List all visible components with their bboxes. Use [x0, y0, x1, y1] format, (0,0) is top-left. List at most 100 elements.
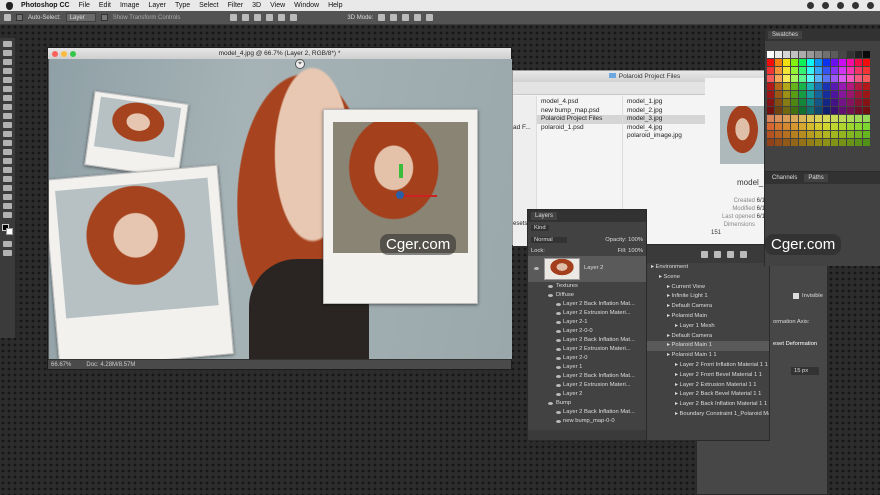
- color-swatch[interactable]: [863, 67, 870, 74]
- z-axis-gizmo[interactable]: [396, 191, 404, 199]
- color-swatch[interactable]: [767, 75, 774, 82]
- color-swatch[interactable]: [839, 139, 846, 146]
- wifi-icon[interactable]: [807, 2, 814, 9]
- color-swatch[interactable]: [783, 75, 790, 82]
- color-swatch[interactable]: [767, 115, 774, 122]
- color-swatch[interactable]: [807, 115, 814, 122]
- color-swatch[interactable]: [847, 59, 854, 66]
- polaroid-3d-object[interactable]: [323, 109, 478, 304]
- color-swatch[interactable]: [807, 131, 814, 138]
- color-swatch[interactable]: [807, 51, 814, 58]
- visibility-eye-icon[interactable]: [556, 330, 561, 333]
- color-swatch[interactable]: [839, 67, 846, 74]
- color-swatch[interactable]: [847, 123, 854, 130]
- color-swatch[interactable]: [767, 99, 774, 106]
- color-swatch[interactable]: [815, 83, 822, 90]
- color-swatch[interactable]: [799, 83, 806, 90]
- layer-texture-item[interactable]: Layer 2 Extrusion Materi...: [528, 309, 646, 318]
- color-swatch[interactable]: [815, 91, 822, 98]
- fill-field[interactable]: 100%: [628, 248, 643, 254]
- quick-select-icon[interactable]: [3, 68, 12, 74]
- color-swatch[interactable]: [823, 115, 830, 122]
- list-item[interactable]: model_3.jpg: [623, 115, 707, 124]
- color-swatch[interactable]: [831, 139, 838, 146]
- menu-edit[interactable]: Edit: [99, 2, 111, 9]
- scene-tree-item[interactable]: ▸ Polaroid Main: [645, 312, 769, 322]
- visibility-eye-icon[interactable]: [548, 402, 553, 405]
- color-swatch[interactable]: [847, 115, 854, 122]
- color-swatch[interactable]: [831, 99, 838, 106]
- screen-mode-icon[interactable]: [3, 250, 12, 256]
- color-swatch[interactable]: [831, 107, 838, 114]
- quick-mask-icon[interactable]: [3, 241, 12, 247]
- auto-select-dropdown[interactable]: Layer: [65, 13, 96, 22]
- visibility-eye-icon[interactable]: [556, 321, 561, 324]
- list-item[interactable]: new bump_map.psd: [537, 107, 622, 116]
- polaroid-3d-object[interactable]: [49, 164, 234, 359]
- layer-texture-item[interactable]: Layer 2: [528, 390, 646, 399]
- color-swatch[interactable]: [775, 115, 782, 122]
- color-swatch[interactable]: [815, 51, 822, 58]
- align-icon[interactable]: [230, 14, 238, 21]
- color-swatch[interactable]: [799, 75, 806, 82]
- color-swatch[interactable]: [775, 67, 782, 74]
- visibility-eye-icon[interactable]: [556, 384, 561, 387]
- color-swatch[interactable]: [775, 91, 782, 98]
- color-swatch[interactable]: [775, 99, 782, 106]
- layer-texture-item[interactable]: new bump_map-0-0: [528, 417, 646, 426]
- history-brush-icon[interactable]: [3, 122, 12, 128]
- menu-select[interactable]: Select: [199, 2, 218, 9]
- color-swatch[interactable]: [831, 59, 838, 66]
- color-swatch[interactable]: [783, 99, 790, 106]
- align-icon[interactable]: [290, 14, 298, 21]
- color-swatch[interactable]: [823, 99, 830, 106]
- visibility-eye-icon[interactable]: [548, 294, 553, 297]
- visibility-eye-icon[interactable]: [548, 285, 553, 288]
- hand-tool-icon[interactable]: [3, 203, 12, 209]
- visibility-eye-icon[interactable]: [556, 393, 561, 396]
- color-swatch[interactable]: [791, 123, 798, 130]
- roll-icon[interactable]: [390, 14, 398, 21]
- menu-window[interactable]: Window: [294, 2, 319, 9]
- visibility-eye-icon[interactable]: [556, 420, 561, 423]
- color-swatch[interactable]: [791, 51, 798, 58]
- 3d-camera-widget-icon[interactable]: ⌖: [295, 59, 305, 69]
- color-swatch[interactable]: [855, 131, 862, 138]
- layer-texture-item[interactable]: Layer 2 Extrusion Materi...: [528, 345, 646, 354]
- color-swatch[interactable]: [863, 51, 870, 58]
- volume-icon[interactable]: [822, 2, 829, 9]
- gradient-icon[interactable]: [3, 140, 12, 146]
- color-swatch[interactable]: [815, 123, 822, 130]
- color-swatch[interactable]: [847, 139, 854, 146]
- color-swatch[interactable]: [815, 115, 822, 122]
- color-swatch[interactable]: [839, 91, 846, 98]
- color-swatch[interactable]: [855, 51, 862, 58]
- color-swatch[interactable]: [855, 115, 862, 122]
- channels-tab[interactable]: Channels: [768, 174, 802, 182]
- scene-tree-item[interactable]: ▸ Layer 2 Front Bevel Material 1 1: [645, 371, 769, 381]
- color-swatch[interactable]: [807, 107, 814, 114]
- scene-tree-item[interactable]: ▸ Default Camera: [645, 302, 769, 312]
- color-swatch[interactable]: [863, 123, 870, 130]
- align-icon[interactable]: [242, 14, 250, 21]
- color-swatch[interactable]: [783, 123, 790, 130]
- eraser-icon[interactable]: [3, 131, 12, 137]
- color-swatch[interactable]: [783, 131, 790, 138]
- color-swatch[interactable]: [767, 59, 774, 66]
- color-swatch[interactable]: [847, 131, 854, 138]
- color-swatch[interactable]: [863, 91, 870, 98]
- color-swatch[interactable]: [855, 67, 862, 74]
- scene-tree-item[interactable]: ▸ Default Camera: [645, 332, 769, 342]
- menu-list-icon[interactable]: [867, 2, 874, 9]
- brush-tool-icon[interactable]: [3, 104, 12, 110]
- transform-checkbox[interactable]: [100, 14, 108, 21]
- color-swatch[interactable]: [807, 75, 814, 82]
- shape-tool-icon[interactable]: [3, 194, 12, 200]
- color-swatch[interactable]: [783, 115, 790, 122]
- close-icon[interactable]: [52, 51, 58, 57]
- color-swatch[interactable]: [815, 59, 822, 66]
- auto-select-checkbox[interactable]: [16, 14, 23, 21]
- list-item[interactable]: model_4.psd: [537, 98, 622, 107]
- marquee-tool-icon[interactable]: [3, 50, 12, 56]
- align-icon[interactable]: [278, 14, 286, 21]
